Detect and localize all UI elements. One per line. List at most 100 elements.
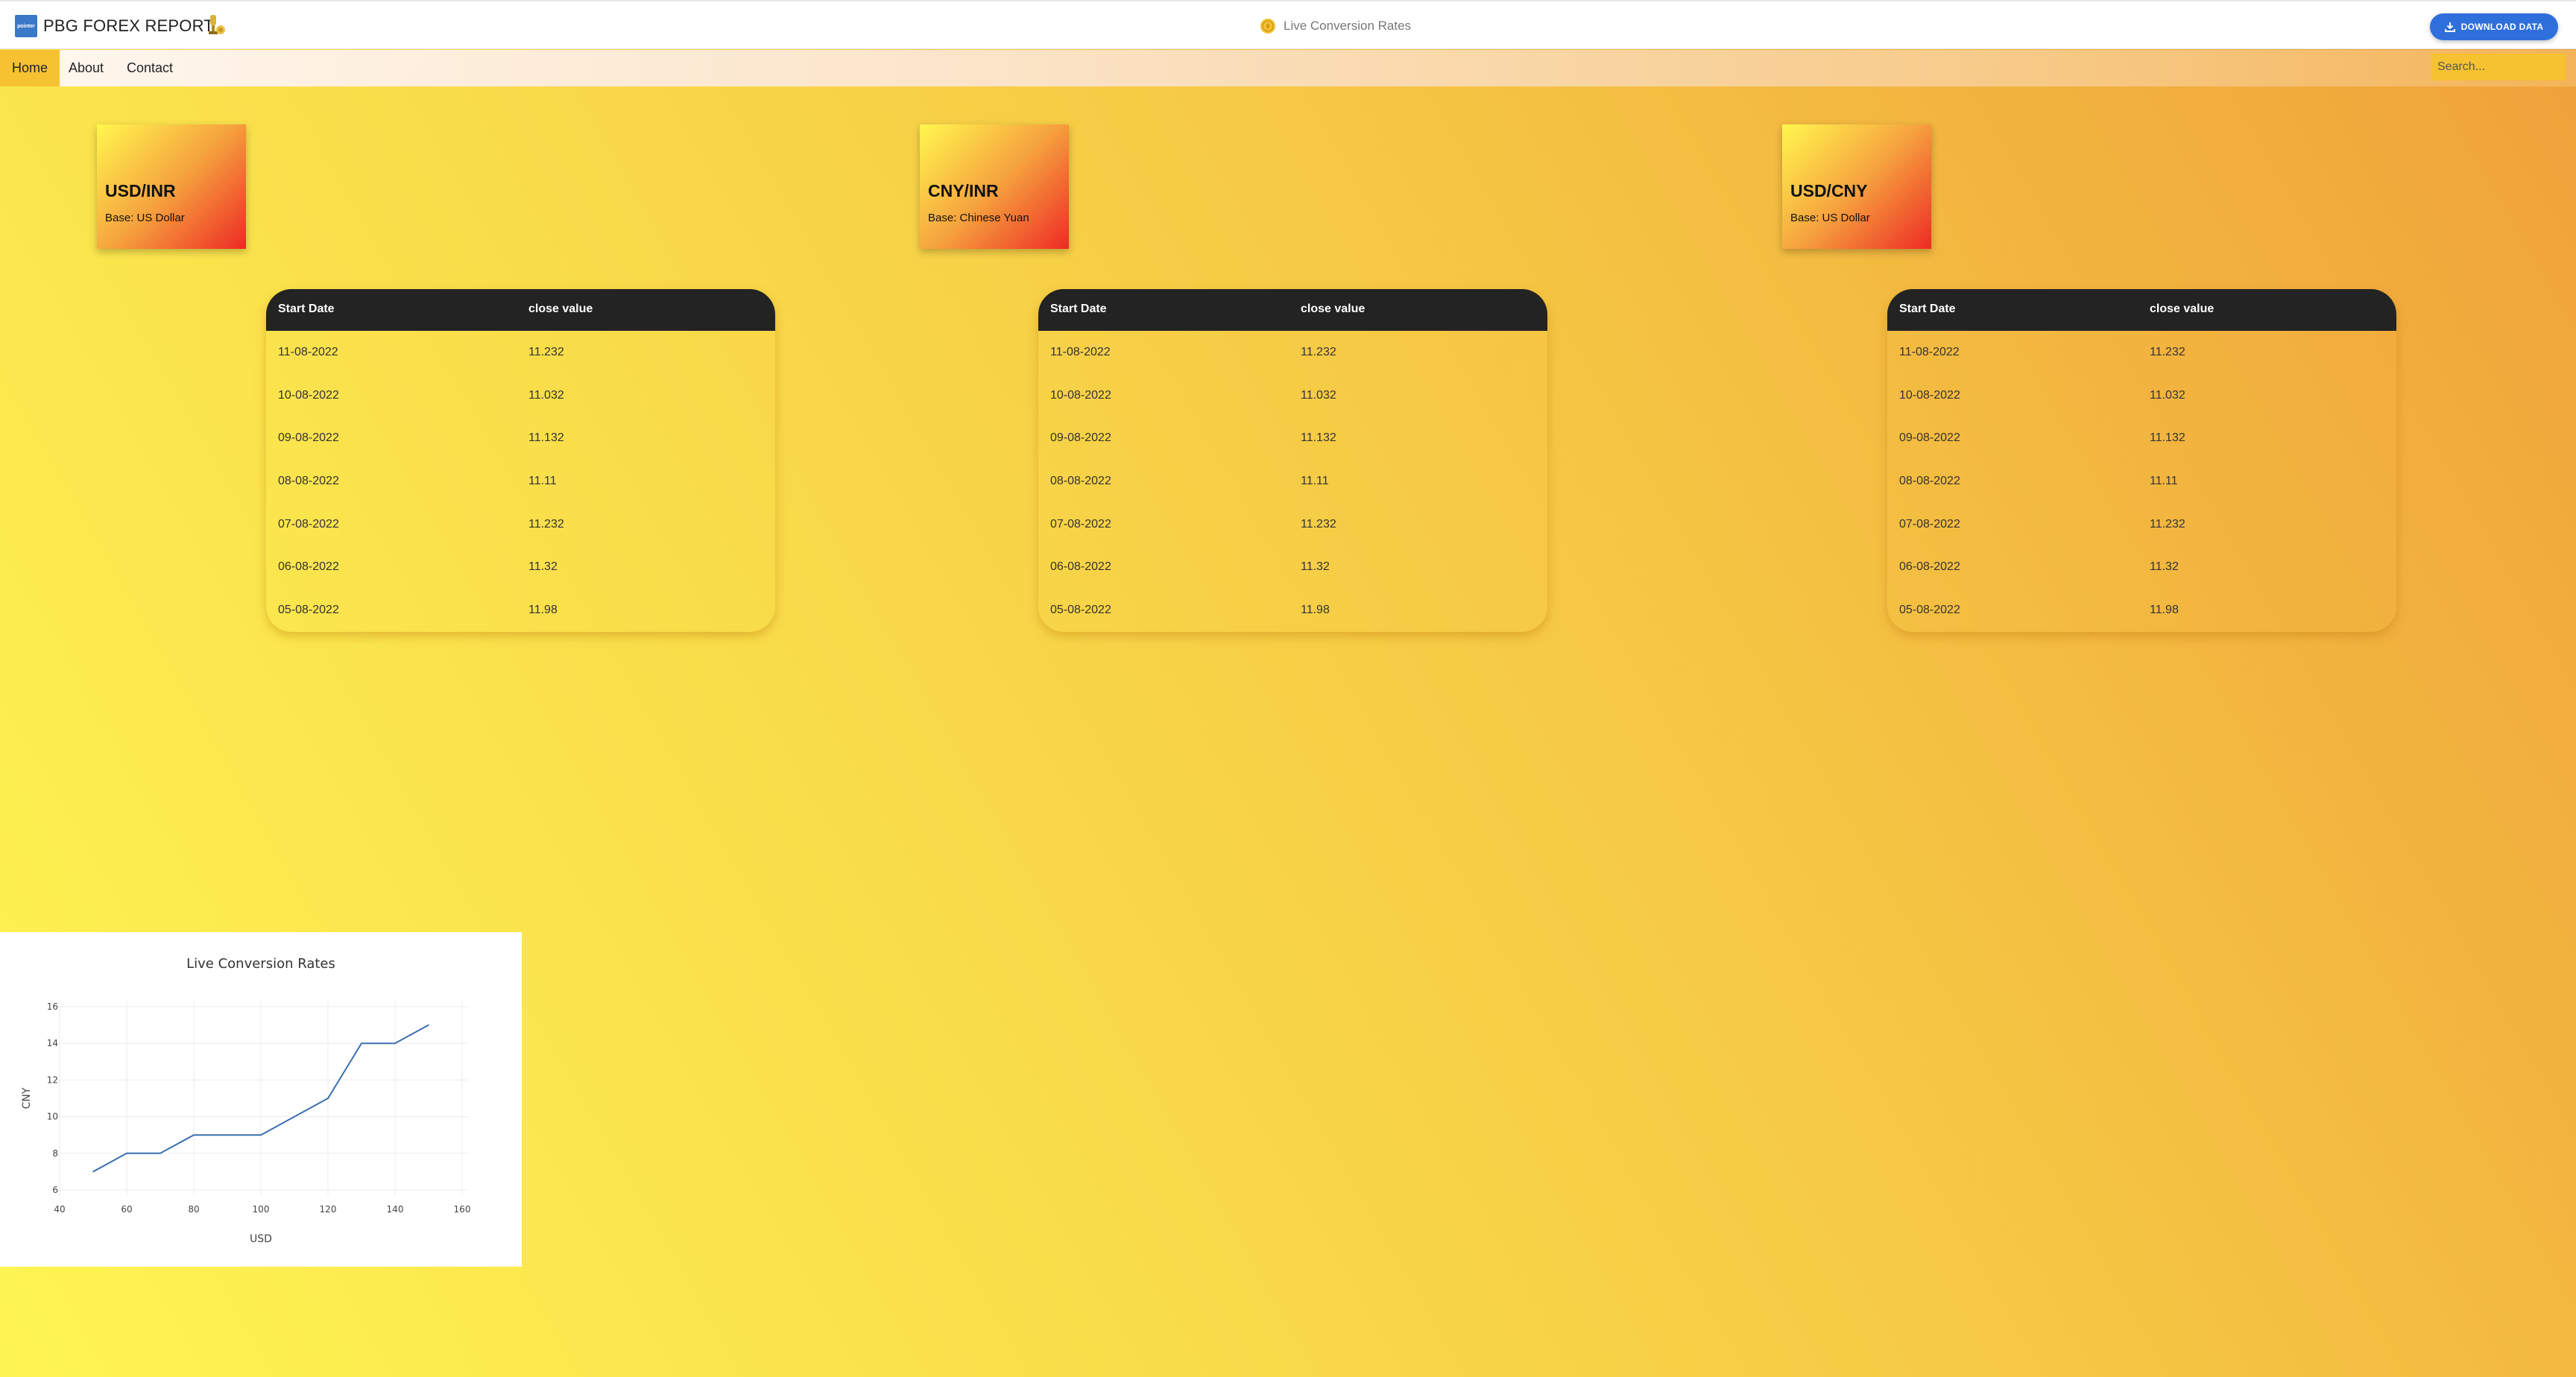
header-close-value: close value bbox=[1301, 303, 1366, 315]
rates-table-usd-inr: Start Date close value 11-08-2022 11.232 … bbox=[266, 289, 775, 632]
cell-value: 11.98 bbox=[528, 604, 558, 617]
table-row: 06-08-2022 11.32 bbox=[1887, 545, 2396, 589]
table-row: 10-08-2022 11.032 bbox=[1887, 374, 2396, 417]
rates-table-cny-inr: Start Date close value 11-08-2022 11.232 … bbox=[1038, 289, 1547, 632]
cell-value: 11.032 bbox=[1301, 388, 1336, 402]
table-row: 08-08-2022 11.11 bbox=[1887, 460, 2396, 503]
nav-item-home[interactable]: Home bbox=[0, 50, 60, 86]
app-logo[interactable]: pointer bbox=[15, 15, 37, 37]
cell-date: 09-08-2022 bbox=[1050, 431, 1111, 445]
card-pair: USD/INR bbox=[105, 181, 176, 200]
cell-date: 10-08-2022 bbox=[278, 388, 339, 402]
y-axis-label: CNY bbox=[21, 1087, 33, 1109]
cell-value: 11.232 bbox=[528, 517, 564, 531]
trophy-icon bbox=[209, 15, 225, 34]
cell-date: 07-08-2022 bbox=[1050, 517, 1111, 531]
cell-date: 11-08-2022 bbox=[1050, 346, 1111, 358]
y-tick-label: 16 bbox=[47, 1001, 58, 1012]
card-pair: CNY/INR bbox=[928, 181, 999, 200]
cell-date: 05-08-2022 bbox=[1899, 604, 1960, 617]
data-point bbox=[227, 1134, 228, 1136]
cell-date: 06-08-2022 bbox=[278, 560, 339, 574]
x-tick-label: 160 bbox=[454, 1204, 471, 1215]
download-icon bbox=[2444, 22, 2455, 32]
cell-date: 08-08-2022 bbox=[1050, 475, 1111, 488]
cell-value: 11.32 bbox=[2150, 560, 2179, 574]
cell-date: 06-08-2022 bbox=[1899, 560, 1960, 574]
cell-value: 11.132 bbox=[528, 431, 564, 445]
table-row: 11-08-2022 11.232 bbox=[1038, 331, 1547, 374]
data-point bbox=[394, 1042, 396, 1044]
data-point bbox=[160, 1153, 161, 1154]
table-row: 05-08-2022 11.98 bbox=[1038, 589, 1547, 632]
cell-date: 05-08-2022 bbox=[278, 604, 339, 617]
cell-value: 11.132 bbox=[1301, 431, 1336, 445]
live-rates-label: Live Conversion Rates bbox=[1284, 19, 1412, 33]
cell-date: 10-08-2022 bbox=[1050, 388, 1111, 402]
cell-value: 11.32 bbox=[528, 560, 558, 574]
line-chart[interactable]: 40 60 80 100 120 140 160 6 8 10 12 14 16 USD CNY bbox=[0, 932, 522, 1267]
data-point bbox=[294, 1115, 295, 1118]
table-row: 05-08-2022 11.98 bbox=[266, 589, 775, 632]
nav-item-contact[interactable]: Contact bbox=[115, 50, 185, 86]
cell-date: 06-08-2022 bbox=[1050, 560, 1111, 574]
cell-date: 10-08-2022 bbox=[1899, 388, 1960, 402]
cell-value: 11.232 bbox=[1301, 517, 1336, 531]
cell-date: 11-08-2022 bbox=[1899, 346, 1960, 358]
cell-date: 11-08-2022 bbox=[278, 346, 338, 358]
download-data-label: DOWNLOAD DATA bbox=[2460, 22, 2544, 32]
cell-date: 07-08-2022 bbox=[278, 517, 339, 531]
top-header: pointer PBG FOREX REPORT Live Conversion… bbox=[0, 0, 2576, 49]
card-base: Base: US Dollar bbox=[1790, 212, 1870, 224]
download-data-button[interactable]: DOWNLOAD DATA bbox=[2430, 13, 2558, 40]
x-axis-label: USD bbox=[250, 1233, 272, 1245]
y-tick-label: 14 bbox=[47, 1038, 58, 1048]
cell-value: 11.232 bbox=[2150, 346, 2185, 358]
card-pair: USD/CNY bbox=[1790, 181, 1868, 200]
data-point bbox=[361, 1042, 362, 1044]
table-row: 11-08-2022 11.232 bbox=[266, 331, 775, 374]
brand-title: PBG FOREX REPORT bbox=[43, 16, 214, 35]
data-point bbox=[327, 1098, 329, 1099]
cell-value: 11.11 bbox=[1301, 475, 1329, 488]
table-header: Start Date close value bbox=[266, 289, 775, 331]
cell-value: 11.98 bbox=[2150, 604, 2179, 617]
cell-value: 11.132 bbox=[2150, 431, 2185, 445]
coin-icon bbox=[1260, 19, 1275, 34]
nav-bar: Home About Contact bbox=[0, 50, 2576, 86]
cell-value: 11.232 bbox=[528, 346, 564, 358]
x-tick-label: 100 bbox=[253, 1204, 270, 1215]
data-point bbox=[428, 1024, 429, 1026]
table-row: 05-08-2022 11.98 bbox=[1887, 589, 2396, 632]
header-close-value: close value bbox=[528, 303, 593, 315]
table-row: 11-08-2022 11.232 bbox=[1887, 331, 2396, 374]
cell-value: 11.232 bbox=[2150, 517, 2185, 531]
x-tick-label: 60 bbox=[121, 1204, 132, 1215]
cell-value: 11.11 bbox=[2150, 475, 2178, 488]
search-input[interactable] bbox=[2431, 54, 2566, 80]
table-row: 07-08-2022 11.232 bbox=[266, 503, 775, 546]
table-row: 09-08-2022 11.132 bbox=[1038, 417, 1547, 460]
x-tick-label: 140 bbox=[387, 1204, 404, 1215]
table-row: 10-08-2022 11.032 bbox=[266, 374, 775, 417]
x-tick-label: 80 bbox=[188, 1204, 199, 1215]
table-row: 08-08-2022 11.11 bbox=[1038, 460, 1547, 503]
y-tick-label: 8 bbox=[52, 1148, 58, 1159]
data-point bbox=[260, 1134, 262, 1136]
table-row: 09-08-2022 11.132 bbox=[1887, 417, 2396, 460]
table-row: 07-08-2022 11.232 bbox=[1038, 503, 1547, 546]
currency-card-usd-inr[interactable]: USD/INR Base: US Dollar bbox=[97, 124, 246, 249]
y-tick-label: 12 bbox=[47, 1074, 58, 1085]
cell-date: 09-08-2022 bbox=[1899, 431, 1960, 445]
cell-date: 05-08-2022 bbox=[1050, 604, 1111, 617]
currency-card-cny-inr[interactable]: CNY/INR Base: Chinese Yuan bbox=[920, 124, 1069, 249]
cell-date: 09-08-2022 bbox=[278, 431, 339, 445]
currency-card-usd-cny[interactable]: USD/CNY Base: US Dollar bbox=[1782, 124, 1931, 249]
cell-value: 11.032 bbox=[528, 388, 564, 402]
data-point bbox=[193, 1134, 195, 1136]
nav-item-about[interactable]: About bbox=[57, 50, 116, 86]
y-tick-label: 6 bbox=[52, 1185, 58, 1195]
table-header: Start Date close value bbox=[1038, 289, 1547, 331]
table-header: Start Date close value bbox=[1887, 289, 2396, 331]
card-base: Base: US Dollar bbox=[105, 212, 185, 224]
